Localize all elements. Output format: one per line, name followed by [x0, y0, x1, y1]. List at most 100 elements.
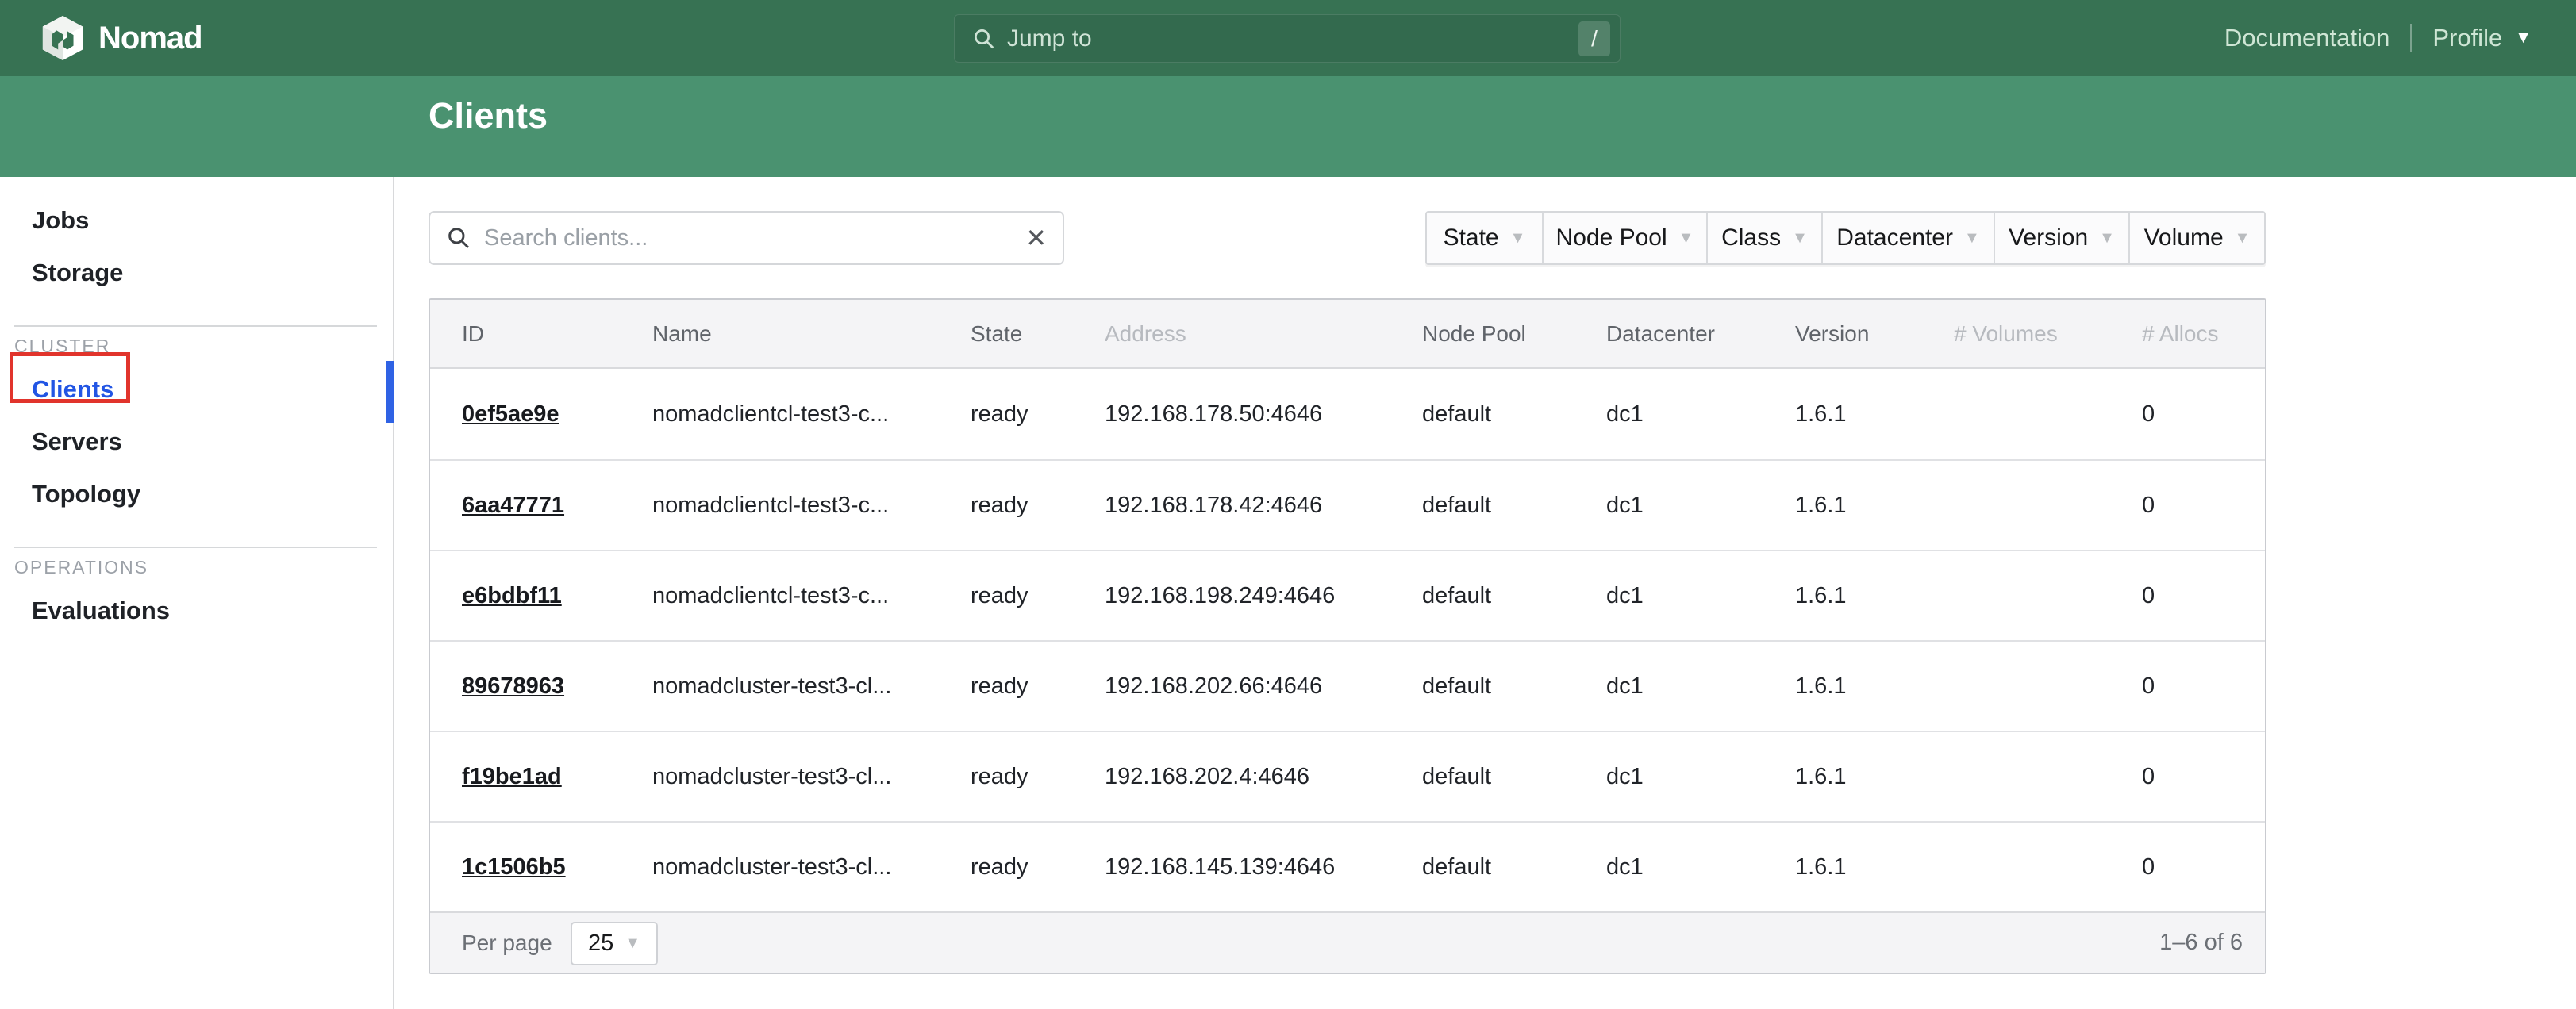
- sidebar-item-clients[interactable]: Clients: [0, 363, 393, 416]
- client-name: nomadclientcl-test3-c...: [652, 583, 889, 608]
- col-header-datacenter[interactable]: Datacenter: [1606, 321, 1795, 347]
- col-header-version[interactable]: Version: [1795, 321, 1954, 347]
- nomad-ui: Nomad / Documentation Profile ▼ Clients …: [0, 0, 2576, 1009]
- col-header-allocs: # Allocs: [2142, 321, 2265, 347]
- sidebar-item-storage[interactable]: Storage: [0, 247, 393, 299]
- client-allocs: 0: [2142, 854, 2155, 880]
- client-node-pool: default: [1422, 854, 1491, 880]
- table-row[interactable]: 89678963 nomadcluster-test3-cl... ready 192…: [430, 640, 2265, 731]
- filter-version-label: Version: [2009, 224, 2088, 251]
- col-header-volumes: # Volumes: [1954, 321, 2142, 347]
- client-address: 192.168.202.4:4646: [1105, 764, 1309, 789]
- clear-search-icon[interactable]: ✕: [1025, 225, 1047, 251]
- client-name: nomadcluster-test3-cl...: [652, 854, 891, 880]
- chevron-down-icon: ▼: [1964, 229, 1980, 247]
- search-icon: [446, 225, 471, 251]
- nomad-brand[interactable]: Nomad: [41, 0, 202, 76]
- client-address: 192.168.178.50:4646: [1105, 401, 1322, 427]
- client-address: 192.168.145.139:4646: [1105, 854, 1335, 880]
- client-node-pool: default: [1422, 673, 1491, 699]
- client-id-link[interactable]: 1c1506b5: [462, 854, 566, 880]
- top-nav: Nomad / Documentation Profile ▼: [0, 0, 2576, 76]
- client-version: 1.6.1: [1795, 673, 1847, 699]
- page-header: Clients: [0, 76, 2576, 177]
- chevron-down-icon: ▼: [1678, 229, 1694, 247]
- col-header-name[interactable]: Name: [652, 321, 971, 347]
- client-node-pool: default: [1422, 764, 1491, 789]
- profile-menu[interactable]: Profile ▼: [2432, 24, 2532, 52]
- client-version: 1.6.1: [1795, 401, 1847, 427]
- client-datacenter: dc1: [1606, 583, 1644, 608]
- filter-class[interactable]: Class ▼: [1706, 213, 1821, 263]
- table-header-row: ID Name State Address Node Pool Datacent…: [430, 300, 2265, 369]
- slash-shortcut-badge: /: [1578, 21, 1610, 56]
- client-datacenter: dc1: [1606, 764, 1644, 789]
- sidebar-item-evaluations[interactable]: Evaluations: [0, 585, 393, 637]
- client-address: 192.168.198.249:4646: [1105, 583, 1335, 608]
- table-row[interactable]: 1c1506b5 nomadcluster-test3-cl... ready 192…: [430, 821, 2265, 911]
- filter-volume[interactable]: Volume ▼: [2128, 213, 2264, 263]
- sidebar-section-operations: OPERATIONS: [0, 550, 393, 585]
- client-state: ready: [971, 673, 1028, 699]
- client-version: 1.6.1: [1795, 583, 1847, 608]
- client-id-link[interactable]: 89678963: [462, 673, 564, 699]
- client-name: nomadcluster-test3-cl...: [652, 673, 891, 699]
- client-version: 1.6.1: [1795, 493, 1847, 518]
- client-state: ready: [971, 401, 1028, 427]
- jump-to-search[interactable]: /: [954, 14, 1621, 63]
- per-page-label: Per page: [462, 930, 552, 956]
- client-datacenter: dc1: [1606, 673, 1644, 699]
- filter-state[interactable]: State ▼: [1427, 213, 1542, 263]
- client-node-pool: default: [1422, 401, 1491, 427]
- chevron-down-icon: ▼: [2515, 29, 2532, 48]
- col-header-node-pool[interactable]: Node Pool: [1422, 321, 1606, 347]
- sidebar-item-jobs[interactable]: Jobs: [0, 194, 393, 247]
- table-row[interactable]: f19be1adnomadcluster-test3-cl...ready192…: [430, 731, 2265, 821]
- col-header-address: Address: [1105, 321, 1422, 347]
- col-header-state[interactable]: State: [971, 321, 1105, 347]
- client-id-link[interactable]: f19be1ad: [462, 764, 562, 789]
- per-page-select[interactable]: 25 ▼: [571, 922, 658, 965]
- client-allocs: 0: [2142, 764, 2155, 789]
- client-id-link[interactable]: 6aa47771: [462, 493, 564, 518]
- filter-node-pool-label: Node Pool: [1556, 224, 1667, 251]
- sidebar-item-servers[interactable]: Servers: [0, 416, 393, 468]
- search-clients-input[interactable]: [471, 225, 1025, 251]
- filter-version[interactable]: Version ▼: [1994, 213, 2128, 263]
- page-title: Clients: [429, 95, 548, 136]
- chevron-down-icon: ▼: [1510, 229, 1526, 247]
- client-state: ready: [971, 854, 1028, 880]
- clients-table: ID Name State Address Node Pool Datacent…: [429, 298, 2266, 974]
- table-row[interactable]: 0ef5ae9enomadclientcl-test3-c...ready192…: [430, 369, 2265, 459]
- sidebar-divider: [14, 325, 377, 327]
- client-address: 192.168.202.66:4646: [1105, 673, 1322, 699]
- filter-node-pool[interactable]: Node Pool ▼: [1542, 213, 1706, 263]
- table-footer: Per page 25 ▼ 1–6 of 6: [430, 911, 2265, 973]
- client-allocs: 0: [2142, 583, 2155, 608]
- col-header-id[interactable]: ID: [462, 321, 652, 347]
- filter-class-label: Class: [1721, 224, 1781, 251]
- client-state: ready: [971, 583, 1028, 608]
- per-page-value: 25: [588, 930, 613, 957]
- table-row[interactable]: e6bdbf11 nomadclientcl-test3-c... ready 192…: [430, 550, 2265, 640]
- client-node-pool: default: [1422, 493, 1491, 518]
- client-allocs: 0: [2142, 673, 2155, 699]
- top-nav-separator: [2410, 24, 2412, 52]
- table-row[interactable]: 6aa47771nomadclientcl-test3-c...ready192…: [430, 459, 2265, 550]
- sidebar-item-topology[interactable]: Topology: [0, 468, 393, 520]
- sidebar-divider: [14, 547, 377, 548]
- client-node-pool: default: [1422, 583, 1491, 608]
- pagination-range: 1–6 of 6: [2159, 930, 2243, 956]
- client-id-link[interactable]: e6bdbf11: [462, 583, 562, 608]
- search-clients-box: ✕: [429, 211, 1064, 265]
- documentation-link[interactable]: Documentation: [2224, 24, 2390, 52]
- filter-state-label: State: [1444, 224, 1499, 251]
- jump-to-input[interactable]: [996, 25, 1578, 52]
- client-address: 192.168.178.42:4646: [1105, 493, 1322, 518]
- client-allocs: 0: [2142, 401, 2155, 427]
- brand-title: Nomad: [98, 21, 202, 56]
- filter-datacenter[interactable]: Datacenter ▼: [1821, 213, 1994, 263]
- client-id-link[interactable]: 0ef5ae9e: [462, 401, 559, 427]
- chevron-down-icon: ▼: [1792, 229, 1808, 247]
- top-nav-links: Documentation Profile ▼: [2224, 0, 2532, 76]
